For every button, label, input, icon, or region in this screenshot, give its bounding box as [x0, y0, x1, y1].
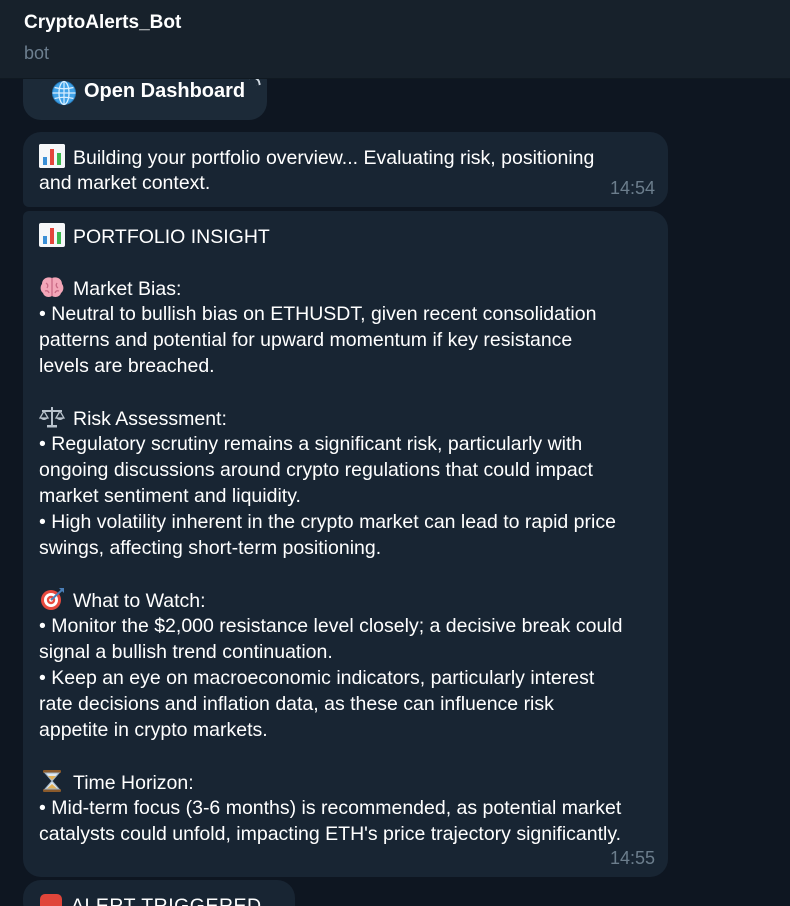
- section-line: catalysts could unfold, impacting ETH's …: [39, 823, 622, 845]
- target-icon: [39, 587, 65, 611]
- section-heading-text: What to Watch:: [73, 590, 206, 612]
- alert-message-text: ALERT TRIGGERED: [71, 895, 262, 906]
- hourglass-icon: [39, 769, 65, 793]
- section-line: signal a bullish trend continuation.: [39, 641, 333, 663]
- message-timestamp: 14:55: [609, 848, 655, 868]
- portfolio-insight-message[interactable]: PORTFOLIO INSIGHT Market Bias: • Neutral…: [23, 211, 668, 877]
- chat-subtitle: bot: [24, 43, 50, 63]
- section-line: patterns and potential for upward moment…: [39, 329, 573, 351]
- alert-message[interactable]: ALERT TRIGGERED: [23, 880, 295, 906]
- message-title: PORTFOLIO INSIGHT: [73, 226, 270, 248]
- chat-title[interactable]: CryptoAlerts_Bot: [24, 12, 181, 34]
- section-line: • Neutral to bullish bias on ETHUSDT, gi…: [39, 303, 597, 325]
- section-line: • Mid-term focus (3-6 months) is recomme…: [39, 797, 622, 819]
- balance-scale-icon: [38, 405, 66, 429]
- globe-icon: [52, 80, 76, 106]
- message-line: Building your portfolio overview... Eval…: [39, 144, 652, 170]
- section-line: levels are breached.: [39, 355, 215, 377]
- section-heading-text: Time Horizon:: [73, 772, 194, 794]
- section-line: market sentiment and liquidity.: [39, 485, 301, 507]
- brain-icon: [39, 275, 65, 299]
- section-line: swings, affecting short-term positioning…: [39, 537, 382, 559]
- section-line: rate decisions and inflation data, as th…: [39, 693, 554, 715]
- section-heading-text: Risk Assessment:: [73, 408, 227, 430]
- section-line: • Regulatory scrutiny remains a signific…: [39, 433, 583, 455]
- section-line: • Keep an eye on macroeconomic indicator…: [39, 667, 595, 689]
- section-heading: What to Watch:: [39, 587, 652, 613]
- message-timestamp: 14:54: [609, 178, 655, 198]
- section-heading: Risk Assessment:: [38, 405, 652, 431]
- section-heading-text: Market Bias:: [73, 278, 182, 300]
- section-heading: Time Horizon:: [39, 769, 652, 795]
- open-dashboard-label: Open Dashboard: [84, 80, 246, 102]
- message-text: Building your portfolio overview... Eval…: [73, 147, 595, 169]
- section-heading: Market Bias:: [39, 275, 652, 301]
- alarm-icon: [40, 894, 62, 906]
- chat-window: CryptoAlerts_Bot bot Open Dashboard Buil…: [0, 0, 790, 906]
- chat-header[interactable]: CryptoAlerts_Bot bot: [0, 0, 790, 79]
- message-bubble[interactable]: Building your portfolio overview... Eval…: [23, 132, 668, 207]
- message-text: and market context.: [39, 172, 211, 194]
- message-title-line: PORTFOLIO INSIGHT: [39, 223, 652, 249]
- bar-chart-icon: [39, 223, 65, 247]
- section-line: appetite in crypto markets.: [39, 719, 268, 741]
- section-line: • Monitor the $2,000 resistance level cl…: [39, 615, 623, 637]
- section-line: ongoing discussions around crypto regula…: [39, 459, 593, 481]
- bar-chart-icon: [39, 144, 65, 168]
- section-line: • High volatility inherent in the crypto…: [39, 511, 616, 533]
